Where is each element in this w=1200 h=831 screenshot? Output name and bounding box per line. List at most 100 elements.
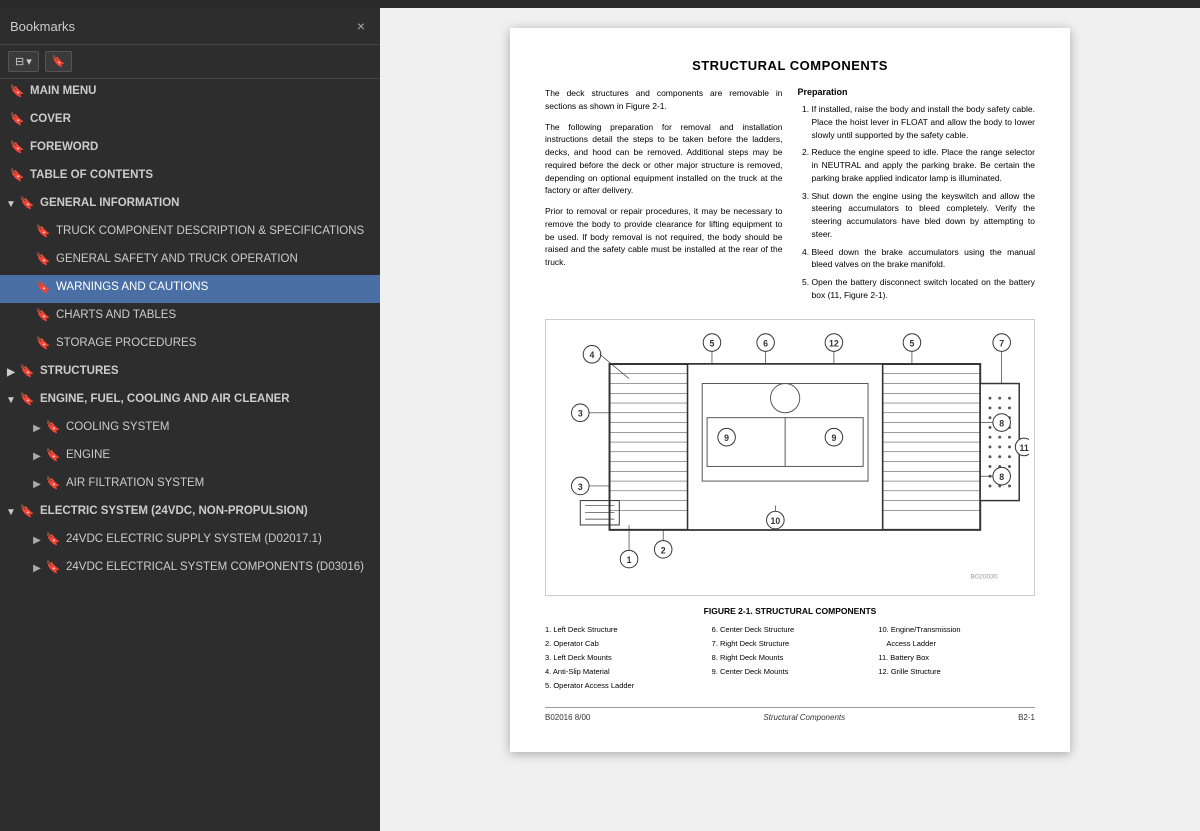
bookmark-label-engine-fuel: ENGINE, FUEL, COOLING AND AIR CLEANER bbox=[40, 392, 372, 407]
svg-text:6: 6 bbox=[763, 338, 768, 348]
svg-text:3: 3 bbox=[578, 408, 583, 418]
bookmark-icon-electric-system: 🔖 bbox=[20, 505, 34, 519]
prep-step-2: Reduce the engine speed to idle. Place t… bbox=[812, 146, 1036, 184]
expand-icon-cooling: ▶ bbox=[30, 421, 44, 435]
expand-icon-general-info: ▼ bbox=[4, 197, 18, 211]
bookmark-icon-engine-fuel: 🔖 bbox=[20, 393, 34, 407]
preparation-column: Preparation If installed, raise the body… bbox=[798, 87, 1036, 307]
bookmark-electric-system[interactable]: ▼ 🔖 ELECTRIC SYSTEM (24VDC, NON-PROPULSI… bbox=[0, 499, 380, 527]
bookmark-label-charts-tables: CHARTS AND TABLES bbox=[56, 308, 372, 323]
legend-item-1: 1. Left Deck Structure bbox=[545, 624, 702, 636]
svg-text:9: 9 bbox=[831, 433, 836, 443]
bookmark-label-general-info: GENERAL INFORMATION bbox=[40, 196, 372, 211]
intro-para-3: Prior to removal or repair procedures, i… bbox=[545, 205, 783, 269]
bookmark-icon-24vdc-supply: 🔖 bbox=[46, 533, 60, 547]
bookmark-storage[interactable]: 🔖 STORAGE PROCEDURES bbox=[0, 331, 380, 359]
prep-steps-list: If installed, raise the body and install… bbox=[798, 103, 1036, 302]
svg-text:5: 5 bbox=[710, 338, 715, 348]
bookmark-charts-tables[interactable]: 🔖 CHARTS AND TABLES bbox=[0, 303, 380, 331]
bookmark-icon-air-filtration: 🔖 bbox=[46, 477, 60, 491]
bookmark-24vdc-electrical[interactable]: ▶ 🔖 24VDC ELECTRICAL SYSTEM COMPONENTS (… bbox=[0, 555, 380, 583]
bookmark-label-cover: COVER bbox=[30, 112, 372, 127]
footer-left: B02016 8/00 bbox=[545, 713, 590, 722]
bookmark-label-general-safety: GENERAL SAFETY AND TRUCK OPERATION bbox=[56, 252, 372, 267]
bookmark-structures[interactable]: ▶ 🔖 STRUCTURES bbox=[0, 359, 380, 387]
bookmark-general-info[interactable]: ▼ 🔖 GENERAL INFORMATION bbox=[0, 191, 380, 219]
bookmark-label-air-filtration: AIR FILTRATION SYSTEM bbox=[66, 476, 372, 491]
bookmark-options-icon: 🔖 bbox=[52, 55, 66, 68]
intro-para-2: The following preparation for removal an… bbox=[545, 121, 783, 198]
bookmark-options-button[interactable]: 🔖 bbox=[45, 51, 73, 72]
footer-right: B2-1 bbox=[1018, 713, 1035, 722]
close-button[interactable]: × bbox=[352, 16, 370, 36]
footer-center: Structural Components bbox=[763, 713, 845, 722]
svg-text:12: 12 bbox=[829, 338, 839, 348]
bookmark-label-toc: TABLE OF CONTENTS bbox=[30, 168, 372, 183]
bookmark-truck-component[interactable]: 🔖 TRUCK COMPONENT DESCRIPTION & SPECIFIC… bbox=[0, 219, 380, 247]
bookmark-foreword[interactable]: 🔖 FOREWORD bbox=[0, 135, 380, 163]
svg-text:1: 1 bbox=[627, 555, 632, 565]
legend-item-8: 8. Right Deck Mounts bbox=[712, 652, 869, 664]
bookmark-label-24vdc-electrical: 24VDC ELECTRICAL SYSTEM COMPONENTS (D030… bbox=[66, 560, 372, 575]
expand-all-button[interactable]: ⊟ ▾ bbox=[8, 51, 39, 72]
bookmark-warnings[interactable]: 🔖 WARNINGS AND CAUTIONS bbox=[0, 275, 380, 303]
bookmark-icon-general-safety: 🔖 bbox=[36, 253, 50, 267]
expand-icon-structures: ▶ bbox=[4, 365, 18, 379]
legend-item-10b: Access Ladder bbox=[878, 638, 1035, 650]
bookmark-label-electric-system: ELECTRIC SYSTEM (24VDC, NON-PROPULSION) bbox=[40, 504, 372, 519]
svg-text:4: 4 bbox=[590, 350, 595, 360]
expand-icon-engine: ▶ bbox=[30, 449, 44, 463]
sidebar-header: Bookmarks × bbox=[0, 8, 380, 45]
svg-text:B020030: B020030 bbox=[970, 573, 997, 580]
bookmark-toc[interactable]: 🔖 TABLE OF CONTENTS bbox=[0, 163, 380, 191]
bookmark-cooling-system[interactable]: ▶ 🔖 COOLING SYSTEM bbox=[0, 415, 380, 443]
legend-item-empty bbox=[712, 680, 869, 692]
legend-item-12: 12. Grille Structure bbox=[878, 666, 1035, 678]
svg-text:7: 7 bbox=[999, 338, 1004, 348]
bookmark-icon-foreword: 🔖 bbox=[10, 141, 24, 155]
bookmark-label-cooling-system: COOLING SYSTEM bbox=[66, 420, 372, 435]
bookmark-label-24vdc-supply: 24VDC ELECTRIC SUPPLY SYSTEM (D02017.1) bbox=[66, 532, 372, 547]
bookmark-icon-general-info: 🔖 bbox=[20, 197, 34, 211]
legend-item-2: 2. Operator Cab bbox=[545, 638, 702, 650]
bookmark-icon-toc: 🔖 bbox=[10, 169, 24, 183]
bookmark-engine-fuel[interactable]: ▼ 🔖 ENGINE, FUEL, COOLING AND AIR CLEANE… bbox=[0, 387, 380, 415]
expand-icon-engine-fuel: ▼ bbox=[4, 393, 18, 407]
legend-item-9: 9. Center Deck Mounts bbox=[712, 666, 869, 678]
page-footer: B02016 8/00 Structural Components B2-1 bbox=[545, 707, 1035, 722]
figure-caption: FIGURE 2-1. STRUCTURAL COMPONENTS bbox=[545, 606, 1035, 616]
expand-all-icon: ⊟ bbox=[15, 55, 24, 68]
document-page: STRUCTURAL COMPONENTS The deck structure… bbox=[510, 28, 1070, 752]
sidebar-title: Bookmarks bbox=[10, 19, 75, 34]
expand-icon-electric: ▼ bbox=[4, 505, 18, 519]
bookmark-cover[interactable]: 🔖 COVER bbox=[0, 107, 380, 135]
legend-item-11: 11. Battery Box bbox=[878, 652, 1035, 664]
bookmark-label-warnings: WARNINGS AND CAUTIONS bbox=[56, 280, 372, 295]
bookmark-main-menu[interactable]: 🔖 MAIN MENU bbox=[0, 79, 380, 107]
bookmark-24vdc-supply[interactable]: ▶ 🔖 24VDC ELECTRIC SUPPLY SYSTEM (D02017… bbox=[0, 527, 380, 555]
prep-title: Preparation bbox=[798, 87, 1036, 97]
diagram-container: 4 5 6 12 5 bbox=[545, 319, 1035, 596]
bookmark-icon-structures: 🔖 bbox=[20, 365, 34, 379]
legend-item-4: 4. Anti-Slip Material bbox=[545, 666, 702, 678]
bookmark-icon-storage: 🔖 bbox=[36, 337, 50, 351]
prep-step-4: Bleed down the brake accumulators using … bbox=[812, 246, 1036, 272]
bookmark-icon-warnings: 🔖 bbox=[36, 281, 50, 295]
bookmark-icon-engine: 🔖 bbox=[46, 449, 60, 463]
bookmark-general-safety[interactable]: 🔖 GENERAL SAFETY AND TRUCK OPERATION bbox=[0, 247, 380, 275]
structural-components-diagram: 4 5 6 12 5 bbox=[551, 325, 1029, 588]
legend-item-6: 6. Center Deck Structure bbox=[712, 624, 869, 636]
intro-para-1: The deck structures and components are r… bbox=[545, 87, 783, 113]
expand-dropdown-icon: ▾ bbox=[26, 55, 32, 68]
bookmark-label-engine: ENGINE bbox=[66, 448, 372, 463]
legend-item-5: 5. Operator Access Ladder bbox=[545, 680, 702, 692]
bookmark-engine[interactable]: ▶ 🔖 ENGINE bbox=[0, 443, 380, 471]
bookmark-label-truck-component: TRUCK COMPONENT DESCRIPTION & SPECIFICAT… bbox=[56, 224, 372, 239]
legend-item-10: 10. Engine/Transmission bbox=[878, 624, 1035, 636]
sidebar-toolbar: ⊟ ▾ 🔖 bbox=[0, 45, 380, 79]
expand-icon-air-filtration: ▶ bbox=[30, 477, 44, 491]
svg-text:5: 5 bbox=[909, 338, 914, 348]
bookmark-icon-cover: 🔖 bbox=[10, 113, 24, 127]
bookmarks-list: 🔖 MAIN MENU 🔖 COVER 🔖 FOREWORD 🔖 TABLE O… bbox=[0, 79, 380, 831]
bookmark-air-filtration[interactable]: ▶ 🔖 AIR FILTRATION SYSTEM bbox=[0, 471, 380, 499]
